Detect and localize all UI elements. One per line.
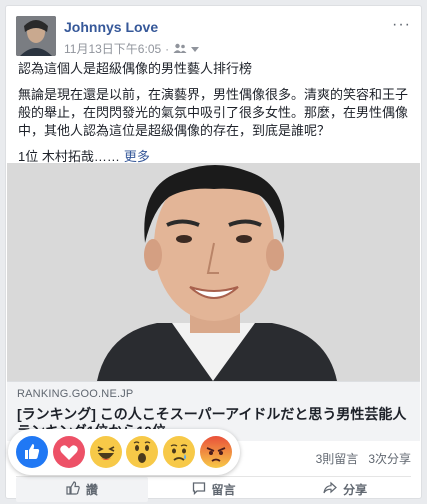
rank-text: 1位 木村拓哉…… bbox=[18, 149, 120, 164]
angry-reaction-icon[interactable] bbox=[199, 436, 232, 468]
share-icon bbox=[323, 481, 338, 498]
post-options-button[interactable]: ··· bbox=[392, 16, 411, 34]
share-button[interactable]: 分享 bbox=[279, 477, 411, 502]
link-image[interactable] bbox=[7, 163, 420, 381]
comment-count[interactable]: 3則留言 bbox=[316, 450, 359, 468]
share-label: 分享 bbox=[343, 483, 368, 497]
chevron-down-icon[interactable] bbox=[191, 42, 200, 56]
like-reaction-icon[interactable] bbox=[16, 436, 49, 468]
meta-dot: · bbox=[165, 41, 170, 56]
timestamp[interactable]: 11月13日下午6:05 bbox=[64, 40, 161, 57]
link-domain: RANKING.GOO.NE.JP bbox=[17, 388, 134, 400]
see-more-link[interactable]: 更多 bbox=[124, 149, 150, 164]
author-name[interactable]: Johnnys Love bbox=[64, 19, 158, 35]
comment-icon bbox=[192, 481, 206, 498]
wow-reaction-icon[interactable] bbox=[126, 436, 159, 468]
post-body-line: 無論是現在還是以前，在演藝界，男性偶像很多。清爽的笑容和王子般的舉止，在閃閃發光… bbox=[18, 87, 409, 138]
sad-reaction-icon[interactable] bbox=[162, 436, 195, 468]
avatar[interactable] bbox=[16, 16, 56, 56]
post-text: 認為這個人是超級偶像的男性藝人排行榜 無論是現在還是以前，在演藝界，男性偶像很多… bbox=[18, 60, 409, 174]
post-title-line: 認為這個人是超級偶像的男性藝人排行榜 bbox=[18, 61, 253, 76]
post-card: Johnnys Love 11月13日下午6:05 · ··· 認為這個人是超級… bbox=[5, 5, 422, 502]
like-label: 讚 bbox=[85, 483, 98, 497]
friends-icon[interactable] bbox=[173, 42, 187, 56]
post-meta: 11月13日下午6:05 · bbox=[64, 40, 200, 57]
action-bar: 讚 留言 分享 bbox=[16, 476, 411, 502]
like-button[interactable]: 讚 bbox=[16, 477, 148, 502]
comment-button[interactable]: 留言 bbox=[148, 477, 280, 502]
reaction-picker bbox=[8, 429, 240, 475]
haha-reaction-icon[interactable] bbox=[89, 436, 122, 468]
love-reaction-icon[interactable] bbox=[52, 436, 85, 468]
comment-label: 留言 bbox=[211, 483, 236, 497]
post-header: Johnnys Love 11月13日下午6:05 · ··· bbox=[16, 16, 411, 60]
thumbs-up-icon bbox=[66, 481, 80, 498]
share-count[interactable]: 3次分享 bbox=[368, 450, 411, 468]
